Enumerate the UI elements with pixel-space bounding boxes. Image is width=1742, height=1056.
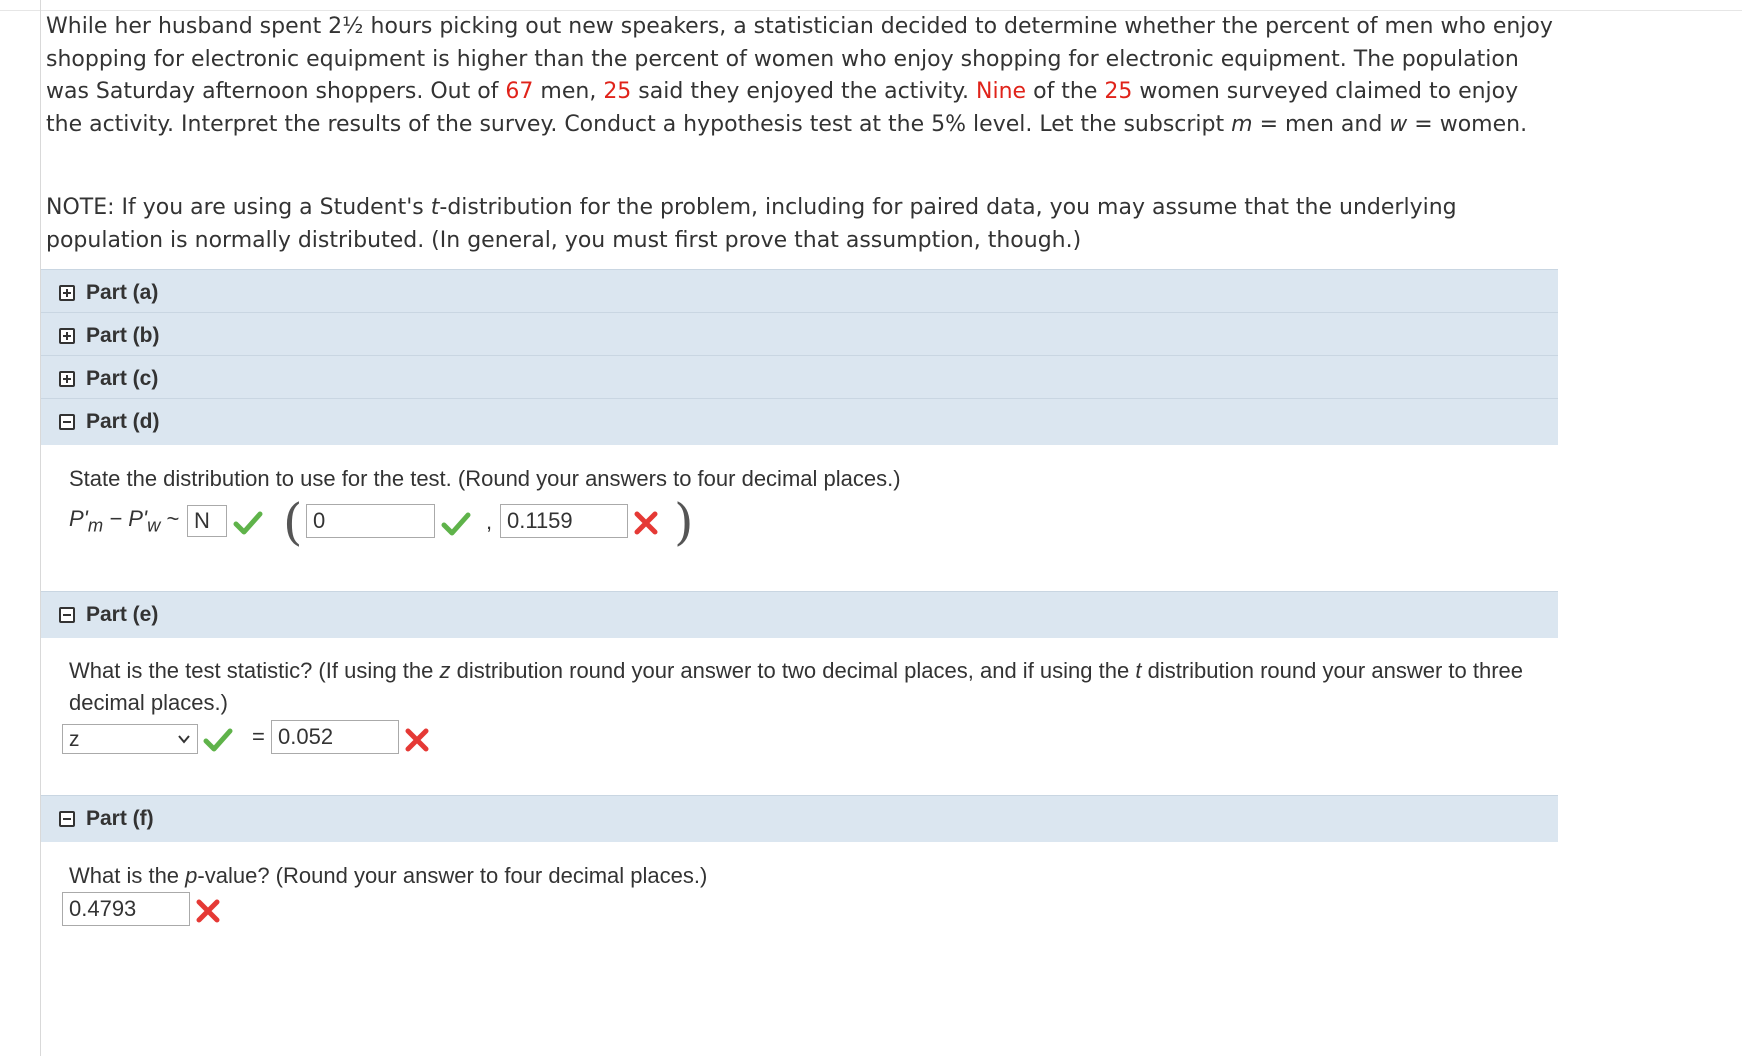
part-b-label: Part (b) bbox=[86, 324, 160, 347]
plus-box-icon[interactable] bbox=[59, 285, 75, 301]
subscript-w: w bbox=[147, 514, 161, 536]
cross-icon bbox=[196, 899, 220, 923]
part-d-question: State the distribution to use for the te… bbox=[69, 466, 901, 491]
part-f-header[interactable]: Part (f) bbox=[41, 795, 1558, 842]
problem-stem: While her husband spent 2½ hours picking… bbox=[46, 11, 1556, 141]
mean-field[interactable]: 0 bbox=[306, 504, 435, 538]
p-value-field[interactable]: 0.4793 bbox=[62, 892, 190, 926]
stem-text: w bbox=[1389, 111, 1408, 137]
distribution-lhs: P'm − P'w ~ bbox=[69, 506, 179, 536]
minus-box-icon[interactable] bbox=[59, 811, 75, 827]
minus-box-icon[interactable] bbox=[59, 607, 75, 623]
part-e-question: What is the test statistic? (If using th… bbox=[69, 655, 1549, 719]
part-c-header[interactable]: Part (c) bbox=[41, 355, 1558, 402]
note-text: NOTE: If you are using a Student's bbox=[46, 195, 431, 220]
cross-icon bbox=[634, 511, 658, 535]
distribution-select[interactable]: z bbox=[62, 724, 198, 754]
stem-text: of the bbox=[1026, 79, 1105, 104]
highlighted-value: Nine bbox=[976, 79, 1027, 104]
chevron-down-icon bbox=[178, 735, 190, 744]
part-e-label: Part (e) bbox=[86, 603, 159, 626]
z-symbol: z bbox=[439, 658, 451, 683]
part-a-header[interactable]: Part (a) bbox=[41, 269, 1558, 316]
problem-note: NOTE: If you are using a Student's t-dis… bbox=[46, 192, 1556, 257]
open-paren: ( bbox=[283, 493, 303, 551]
question-text: What is the bbox=[69, 863, 186, 888]
p-symbol: p bbox=[185, 863, 198, 888]
question-text: -value? (Round your answer to four decim… bbox=[197, 863, 708, 888]
plus-box-icon[interactable] bbox=[59, 371, 75, 387]
comma-separator: , bbox=[486, 509, 493, 534]
problem-container bbox=[40, 0, 1558, 1056]
distribution-type-field[interactable]: N bbox=[187, 505, 227, 537]
p-prime-m: P' bbox=[69, 506, 88, 531]
highlighted-value: 25 bbox=[1104, 79, 1133, 104]
check-icon bbox=[441, 512, 471, 536]
question-text: What is the test statistic? (If using th… bbox=[69, 658, 440, 683]
part-d-label: Part (d) bbox=[86, 410, 160, 433]
minus-box-icon[interactable] bbox=[59, 414, 75, 430]
part-d-header[interactable]: Part (d) bbox=[41, 398, 1558, 445]
highlighted-value: 67 bbox=[505, 79, 534, 104]
part-f-question: What is the p-value? (Round your answer … bbox=[69, 858, 707, 894]
stem-text: m bbox=[1231, 111, 1253, 137]
test-statistic-field[interactable]: 0.052 bbox=[271, 720, 399, 754]
highlighted-value: 25 bbox=[603, 79, 632, 104]
stem-text: = men and bbox=[1252, 111, 1390, 137]
part-a-label: Part (a) bbox=[86, 281, 159, 304]
question-text: distribution round your answer to two de… bbox=[450, 658, 1136, 683]
tilde-symbol: ~ bbox=[160, 506, 180, 531]
minus-p-prime-w: − P' bbox=[103, 506, 148, 531]
part-c-label: Part (c) bbox=[86, 367, 159, 390]
plus-box-icon[interactable] bbox=[59, 328, 75, 344]
part-b-header[interactable]: Part (b) bbox=[41, 312, 1558, 359]
stem-text: said they enjoyed the activity. bbox=[631, 79, 977, 104]
part-e-header[interactable]: Part (e) bbox=[41, 591, 1558, 638]
distribution-select-value: z bbox=[69, 728, 80, 751]
close-paren: ) bbox=[674, 493, 694, 551]
stem-text: = women. bbox=[1407, 111, 1528, 137]
stem-text: men, bbox=[533, 79, 604, 104]
standard-deviation-field[interactable]: 0.1159 bbox=[500, 504, 628, 538]
check-icon bbox=[233, 511, 263, 535]
check-icon bbox=[203, 728, 233, 752]
subscript-m: m bbox=[87, 514, 104, 536]
part-f-label: Part (f) bbox=[86, 807, 154, 830]
equals-sign: = bbox=[252, 724, 265, 749]
cross-icon bbox=[405, 728, 429, 752]
